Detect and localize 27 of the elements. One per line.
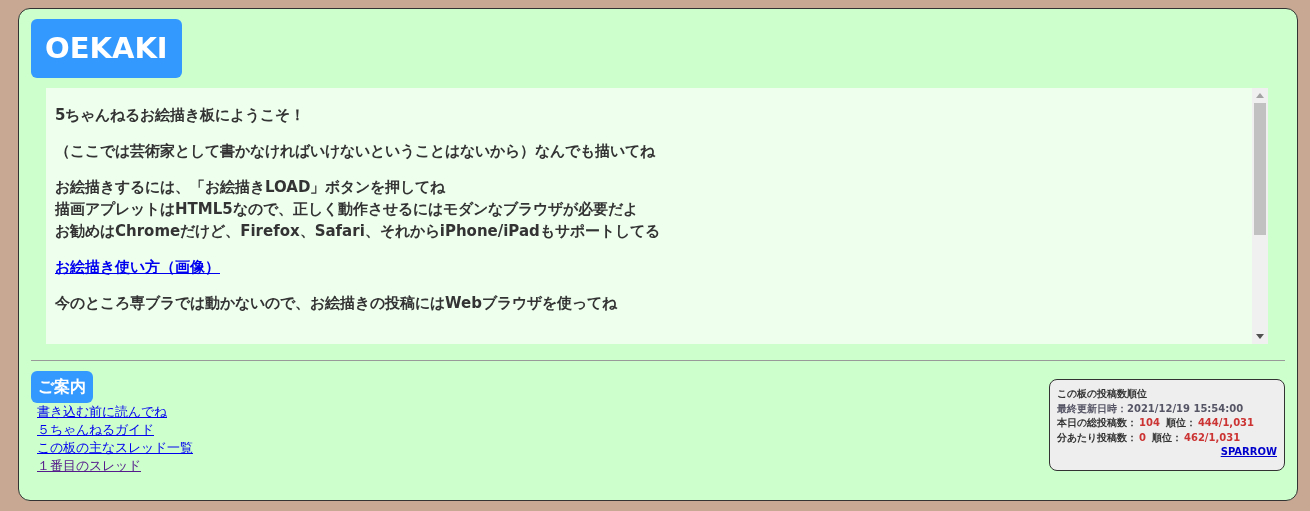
intro-paragraph: 今のところ専ブラでは動かないので、お絵描きの投稿にはWebブラウザを使ってね — [55, 293, 618, 314]
stat-label: 分あたり投稿数： — [1057, 430, 1137, 445]
guide-link[interactable]: 書き込む前に読んでね — [37, 403, 167, 421]
scroll-up-icon[interactable] — [1256, 93, 1264, 98]
updated-label: 最終更新日時： — [1057, 401, 1127, 416]
rank-label: 順位： — [1165, 416, 1196, 430]
guide-heading: ご案内 — [31, 371, 93, 403]
scroll-thumb[interactable] — [1254, 103, 1266, 235]
guide-link[interactable]: ５ちゃんねるガイド — [37, 421, 154, 439]
rank-value: 462/1,031 — [1183, 430, 1241, 445]
intro-paragraph: （ここでは芸術家として書かなければいけないということはないから）なんでも描いてね — [55, 141, 656, 162]
stat-count: 0 — [1139, 430, 1146, 445]
intro-paragraph: 5ちゃんねるお絵描き板にようこそ！ — [55, 105, 307, 126]
sparrow-link[interactable]: SPARROW — [1220, 445, 1277, 460]
board-title: OEKAKI — [31, 19, 182, 78]
scrollbar[interactable] — [1252, 88, 1268, 344]
guide-link[interactable]: この板の主なスレッド一覧 — [37, 439, 193, 457]
ranking-title: この板の投稿数順位 — [1057, 387, 1148, 401]
rank-value: 444/1,031 — [1197, 416, 1255, 430]
guide-link[interactable]: １番目のスレッド — [37, 457, 141, 475]
rank-label: 順位： — [1151, 430, 1182, 445]
stat-label: 本日の総投稿数： — [1057, 416, 1137, 430]
intro-paragraph: お絵描きするには、「お絵描きLOAD」ボタンを押してね 描画アプレットはHTML5なので、正しく動作させるにはモダンなブラウザが必要だよ お勧めはChromeだけど、Firefox、Safari、それからiPhone/iPadもサポートしてる — [55, 177, 661, 242]
howto-link[interactable]: お絵描き使い方（画像） — [55, 256, 220, 278]
updated-time: 2021/12/19 15:54:00 — [1127, 401, 1244, 416]
stat-count: 104 — [1139, 416, 1160, 430]
scroll-down-icon[interactable] — [1256, 334, 1264, 339]
